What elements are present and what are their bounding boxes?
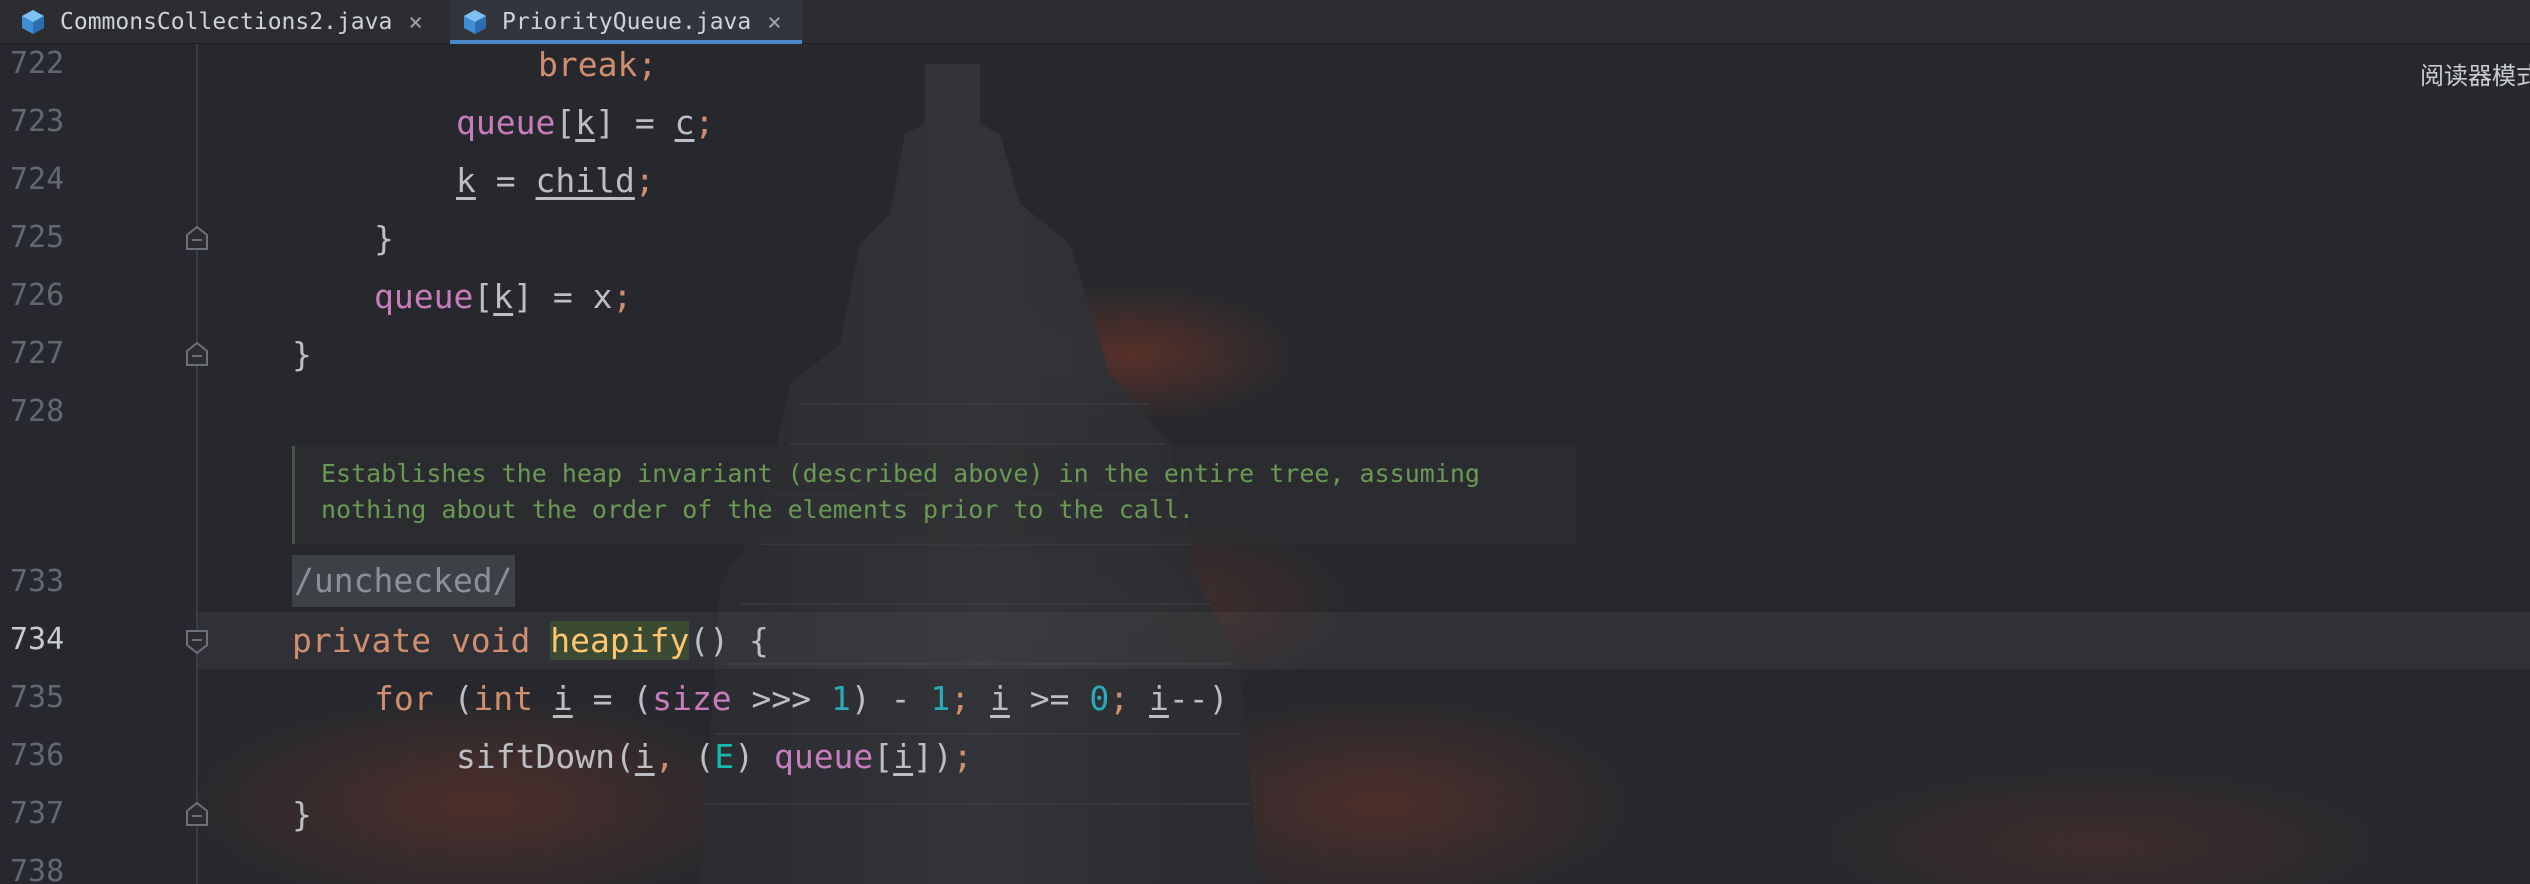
paren: ) bbox=[734, 737, 774, 776]
semicolon: ; bbox=[950, 679, 971, 718]
var-i: i bbox=[552, 679, 573, 718]
line-number: 737 bbox=[10, 796, 65, 831]
type-param-e: E bbox=[714, 737, 735, 776]
code-line-724: k = child; bbox=[456, 161, 655, 201]
line-number: 728 bbox=[10, 394, 65, 429]
code-line-722: break; bbox=[538, 45, 657, 85]
var-k: k bbox=[456, 161, 476, 200]
var-child: child bbox=[535, 161, 635, 200]
code-line-735: for (int i = (size >>> 1) - 1; i >= 0; i… bbox=[374, 679, 1228, 719]
editor-window: CommonsCollections2.java × PriorityQueue… bbox=[0, 0, 2530, 884]
var-k: k bbox=[575, 103, 596, 142]
var-i: i bbox=[1149, 679, 1169, 718]
assign: = bbox=[475, 161, 536, 200]
java-class-icon bbox=[462, 8, 488, 36]
var-i: i bbox=[634, 737, 655, 776]
line-number: 727 bbox=[10, 336, 65, 371]
doc-line: Establishes the heap invariant (describe… bbox=[321, 459, 1480, 488]
assign: ] = x bbox=[513, 277, 613, 316]
line-number: 724 bbox=[10, 162, 65, 197]
keyword-break: break bbox=[538, 45, 638, 84]
semicolon: ; bbox=[1109, 679, 1130, 718]
operator: >>> bbox=[731, 679, 832, 718]
fold-end-icon[interactable] bbox=[184, 224, 210, 252]
code-line-726: queue[k] = x; bbox=[374, 277, 632, 317]
tab-label: PriorityQueue.java bbox=[502, 9, 752, 35]
javadoc-comment: Establishes the heap invariant (describe… bbox=[292, 446, 1577, 544]
closing-brace: } bbox=[292, 795, 312, 834]
line-number: 736 bbox=[10, 738, 65, 773]
var-i: i bbox=[893, 737, 914, 776]
line-number: 738 bbox=[10, 854, 65, 884]
method-name-heapify[interactable]: heapify bbox=[550, 621, 690, 660]
fold-start-icon[interactable] bbox=[184, 628, 210, 656]
var-k: k bbox=[493, 277, 514, 316]
comma: , bbox=[654, 737, 675, 776]
semicolon: ; bbox=[952, 737, 973, 776]
params: () { bbox=[689, 621, 769, 660]
semicolon: ; bbox=[637, 45, 658, 84]
paren: ( bbox=[614, 737, 635, 776]
number: 0 bbox=[1089, 679, 1110, 718]
keyword-int: int bbox=[473, 679, 533, 718]
line-number: 723 bbox=[10, 104, 65, 139]
operator: --) bbox=[1168, 679, 1229, 718]
var-i: i bbox=[990, 679, 1010, 718]
semicolon: ; bbox=[694, 103, 715, 142]
indent-guide bbox=[196, 44, 198, 884]
line-number: 722 bbox=[10, 46, 65, 81]
semicolon: ; bbox=[634, 161, 655, 200]
assign: ] = bbox=[595, 103, 675, 142]
tab-label: CommonsCollections2.java bbox=[60, 9, 393, 35]
field-size: size bbox=[652, 679, 732, 718]
java-class-icon bbox=[20, 8, 46, 36]
close-icon[interactable]: × bbox=[408, 10, 422, 34]
closing-brace: } bbox=[292, 335, 312, 374]
code-line-737: } bbox=[292, 795, 312, 835]
code-line-725: } bbox=[374, 219, 394, 259]
semicolon: ; bbox=[612, 277, 633, 316]
closing-brace: } bbox=[374, 219, 394, 258]
paren: ( bbox=[433, 679, 474, 718]
method-call-siftdown[interactable]: siftDown bbox=[456, 737, 615, 776]
tab-priorityqueue[interactable]: PriorityQueue.java × bbox=[450, 0, 802, 44]
bracket: ]) bbox=[913, 737, 953, 776]
number: 1 bbox=[831, 679, 851, 718]
code-line-736: siftDown(i, (E) queue[i]); bbox=[456, 737, 973, 777]
number: 1 bbox=[930, 679, 951, 718]
code-line-727: } bbox=[292, 335, 312, 375]
line-number: 726 bbox=[10, 278, 65, 313]
operator: >= bbox=[1009, 679, 1090, 718]
doc-line: nothing about the order of the elements … bbox=[321, 495, 1194, 524]
code-line-734: private void heapify() { bbox=[292, 621, 769, 661]
keyword-for: for bbox=[374, 679, 434, 718]
fold-end-icon[interactable] bbox=[184, 800, 210, 828]
fold-end-icon[interactable] bbox=[184, 340, 210, 368]
operator: ) - bbox=[850, 679, 931, 718]
modifiers: private void bbox=[292, 621, 551, 660]
var-c: c bbox=[674, 103, 695, 142]
bracket: [ bbox=[555, 103, 576, 142]
field-queue: queue bbox=[374, 277, 474, 316]
suppress-warnings-annotation[interactable]: /unchecked/ bbox=[292, 555, 515, 607]
bracket: [ bbox=[873, 737, 894, 776]
assign: = ( bbox=[572, 679, 653, 718]
reader-mode-button[interactable]: 阅读器模式 bbox=[2420, 56, 2530, 91]
paren: ( bbox=[674, 737, 715, 776]
line-number: 725 bbox=[10, 220, 65, 255]
line-number: 735 bbox=[10, 680, 65, 715]
line-number: 734 bbox=[10, 622, 65, 657]
tab-commonscollections2[interactable]: CommonsCollections2.java × bbox=[20, 0, 423, 44]
editor-tab-bar: CommonsCollections2.java × PriorityQueue… bbox=[0, 0, 2530, 44]
line-number: 733 bbox=[10, 564, 65, 599]
close-icon[interactable]: × bbox=[767, 10, 781, 34]
field-queue: queue bbox=[773, 737, 874, 776]
field-queue: queue bbox=[456, 103, 556, 142]
bracket: [ bbox=[473, 277, 494, 316]
code-line-723: queue[k] = c; bbox=[456, 103, 714, 143]
